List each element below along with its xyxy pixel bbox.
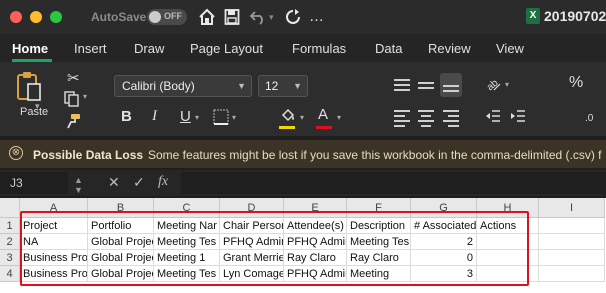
name-box-dropdown-icon[interactable]: ▲ ▼ bbox=[74, 175, 83, 195]
align-center-button[interactable] bbox=[415, 107, 437, 127]
worksheet-grid[interactable]: A B C D E F G H I 1 Project Portfolio Meeting Nar Cha… bbox=[0, 198, 606, 293]
undo-dropdown-icon[interactable]: ▾ bbox=[269, 8, 274, 26]
tab-home[interactable]: Home bbox=[12, 41, 48, 56]
formula-input[interactable] bbox=[181, 172, 606, 194]
cell-i3[interactable] bbox=[539, 250, 605, 266]
tab-data[interactable]: Data bbox=[375, 41, 402, 56]
ribbon-tabs: Home Insert Draw Page Layout Formulas Da… bbox=[0, 34, 606, 62]
tab-draw[interactable]: Draw bbox=[134, 41, 164, 56]
font-name-value: Calibri (Body) bbox=[122, 79, 195, 93]
borders-dropdown-icon[interactable]: ▾ bbox=[232, 113, 236, 122]
italic-button[interactable]: I bbox=[152, 108, 157, 125]
paste-icon[interactable] bbox=[16, 70, 42, 102]
align-right-button[interactable] bbox=[440, 107, 462, 127]
tab-formulas[interactable]: Formulas bbox=[292, 41, 346, 56]
title-bar: AutoSave OFF ▾ … X 20190702 bbox=[0, 0, 606, 34]
font-color-button[interactable]: A bbox=[318, 106, 328, 123]
redo-icon[interactable] bbox=[284, 8, 302, 26]
copy-icon[interactable] bbox=[64, 91, 82, 110]
borders-icon[interactable] bbox=[213, 109, 229, 128]
home-icon[interactable] bbox=[198, 8, 216, 26]
name-box-value: J3 bbox=[10, 176, 23, 190]
underline-button[interactable]: U bbox=[180, 108, 191, 125]
align-left-button[interactable] bbox=[391, 107, 413, 127]
chevron-down-icon: ▼ bbox=[293, 81, 302, 91]
underline-dropdown-icon[interactable]: ▾ bbox=[195, 113, 199, 122]
column-header-i[interactable]: I bbox=[539, 198, 605, 218]
orientation-dropdown-icon[interactable]: ▾ bbox=[505, 80, 509, 89]
fill-color-swatch bbox=[279, 126, 295, 129]
close-window-button[interactable] bbox=[10, 11, 22, 23]
warning-message: Some features might be lost if you save … bbox=[148, 148, 602, 162]
format-painter-icon[interactable] bbox=[65, 113, 81, 132]
font-color-swatch bbox=[316, 126, 332, 129]
row-header-4[interactable]: 4 bbox=[0, 266, 20, 282]
data-loss-warning-bar: ⊗ Possible Data Loss Some features might… bbox=[0, 140, 606, 168]
increase-decimal-icon[interactable]: .0 bbox=[585, 109, 603, 128]
font-size-value: 12 bbox=[265, 79, 279, 93]
minimize-window-button[interactable] bbox=[30, 11, 42, 23]
cell-i2[interactable] bbox=[539, 234, 605, 250]
cancel-entry-icon[interactable]: ✕ bbox=[108, 174, 120, 191]
align-middle-button[interactable] bbox=[415, 75, 437, 97]
highlight-annotation-box bbox=[20, 211, 529, 286]
align-top-button[interactable] bbox=[391, 75, 413, 97]
formula-bar: J3 ▲ ▼ ✕ ✓ fx bbox=[0, 170, 606, 196]
dismiss-warning-icon[interactable]: ⊗ bbox=[9, 146, 23, 160]
font-size-select[interactable]: 12 ▼ bbox=[258, 75, 308, 97]
cut-icon[interactable]: ✂ bbox=[67, 69, 80, 87]
select-all-button[interactable] bbox=[0, 198, 20, 218]
bold-button[interactable]: B bbox=[121, 108, 132, 125]
cell-i1[interactable] bbox=[539, 218, 605, 234]
svg-text:.0: .0 bbox=[585, 113, 594, 124]
undo-icon[interactable] bbox=[249, 8, 267, 26]
fill-color-dropdown-icon[interactable]: ▾ bbox=[300, 113, 304, 122]
file-name: 20190702 bbox=[544, 8, 606, 24]
confirm-entry-icon[interactable]: ✓ bbox=[133, 174, 145, 191]
fill-color-icon[interactable] bbox=[280, 107, 296, 126]
row-header-3[interactable]: 3 bbox=[0, 250, 20, 266]
percent-style-button[interactable]: % bbox=[569, 74, 583, 92]
font-color-dropdown-icon[interactable]: ▾ bbox=[337, 113, 341, 122]
decrease-indent-icon[interactable] bbox=[484, 108, 502, 127]
tab-insert[interactable]: Insert bbox=[74, 41, 107, 56]
maximize-window-button[interactable] bbox=[50, 11, 62, 23]
copy-dropdown-icon[interactable]: ▾ bbox=[83, 92, 87, 101]
customize-toolbar-icon[interactable]: … bbox=[309, 8, 324, 26]
name-box[interactable]: J3 bbox=[0, 172, 68, 194]
toggle-knob bbox=[149, 11, 161, 23]
chevron-down-icon: ▼ bbox=[237, 81, 246, 91]
tab-view[interactable]: View bbox=[496, 41, 524, 56]
autosave-label: AutoSave bbox=[91, 10, 147, 24]
insert-function-icon[interactable]: fx bbox=[158, 174, 168, 190]
increase-indent-icon[interactable] bbox=[509, 108, 527, 127]
orientation-icon[interactable]: ab bbox=[484, 75, 502, 96]
save-icon[interactable] bbox=[224, 8, 240, 26]
cell-i4[interactable] bbox=[539, 266, 605, 282]
warning-title: Possible Data Loss bbox=[33, 148, 144, 162]
row-header-2[interactable]: 2 bbox=[0, 234, 20, 250]
tab-review[interactable]: Review bbox=[428, 41, 471, 56]
autosave-toggle[interactable]: OFF bbox=[147, 9, 187, 25]
paste-label: Paste bbox=[20, 106, 49, 118]
align-bottom-button[interactable] bbox=[440, 73, 462, 97]
excel-file-icon: X bbox=[526, 8, 540, 24]
font-name-select[interactable]: Calibri (Body) ▼ bbox=[114, 75, 252, 97]
autosave-state: OFF bbox=[164, 11, 182, 21]
ribbon-home: ▾ Paste ✂ ▾ Calibri (Body) ▼ 12 ▼ B I U … bbox=[0, 62, 606, 136]
tab-page-layout[interactable]: Page Layout bbox=[190, 41, 263, 56]
row-header-1[interactable]: 1 bbox=[0, 218, 20, 234]
